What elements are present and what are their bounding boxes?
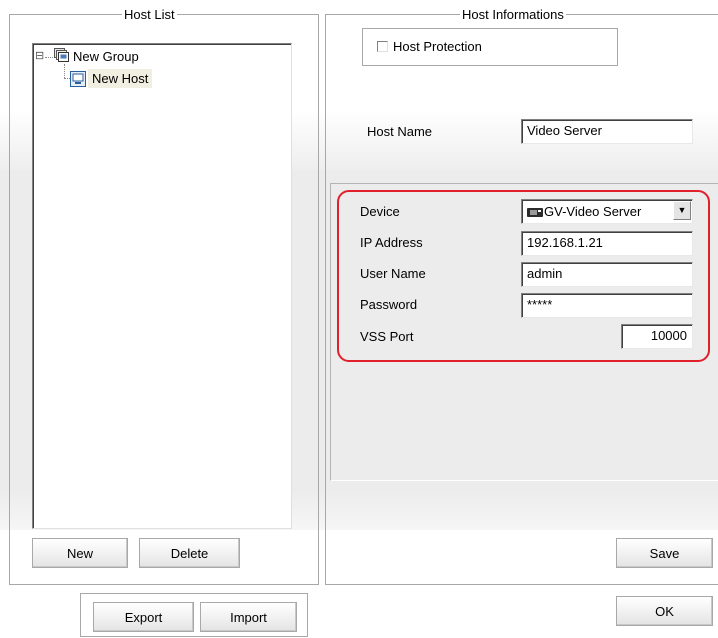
device-value: GV-Video Server: [544, 204, 642, 219]
dropdown-arrow-button[interactable]: ▼: [673, 201, 691, 220]
tree-group-label[interactable]: New Group: [73, 49, 139, 64]
password-field[interactable]: *****: [521, 293, 693, 318]
host-list-title: Host List: [122, 7, 177, 22]
password-label: Password: [360, 297, 418, 312]
group-icon: [54, 48, 70, 64]
vss-port-label: VSS Port: [360, 329, 414, 344]
delete-button[interactable]: Delete: [139, 538, 240, 568]
host-info-title: Host Informations: [460, 7, 566, 22]
user-name-field[interactable]: admin: [521, 262, 693, 287]
ip-address-label: IP Address: [360, 235, 423, 250]
tree-vertical-line: [64, 64, 65, 78]
tree-connector: [45, 57, 53, 58]
host-name-field[interactable]: Video Server: [521, 119, 693, 144]
device-label: Device: [360, 204, 400, 219]
tree-collapse-toggle[interactable]: ⊟: [35, 51, 44, 62]
save-button[interactable]: Save: [616, 538, 713, 568]
device-select[interactable]: GV-Video Server ▼: [521, 199, 693, 224]
tree-host-item[interactable]: New Host: [88, 69, 153, 88]
host-protection-label: Host Protection: [393, 39, 482, 54]
vss-port-field[interactable]: 10000: [621, 324, 693, 349]
host-protection-checkbox[interactable]: [377, 41, 388, 52]
host-icon: [70, 71, 86, 87]
import-button[interactable]: Import: [200, 602, 297, 632]
host-tree[interactable]: ⊟ New Group New Host: [32, 43, 292, 529]
new-button[interactable]: New: [32, 538, 128, 568]
export-button[interactable]: Export: [93, 602, 194, 632]
user-name-label: User Name: [360, 266, 426, 281]
host-name-label: Host Name: [367, 124, 433, 139]
ok-button[interactable]: OK: [616, 596, 713, 626]
chevron-down-icon: ▼: [677, 205, 687, 215]
device-icon: [527, 206, 543, 217]
ip-address-field[interactable]: 192.168.1.21: [521, 231, 693, 256]
